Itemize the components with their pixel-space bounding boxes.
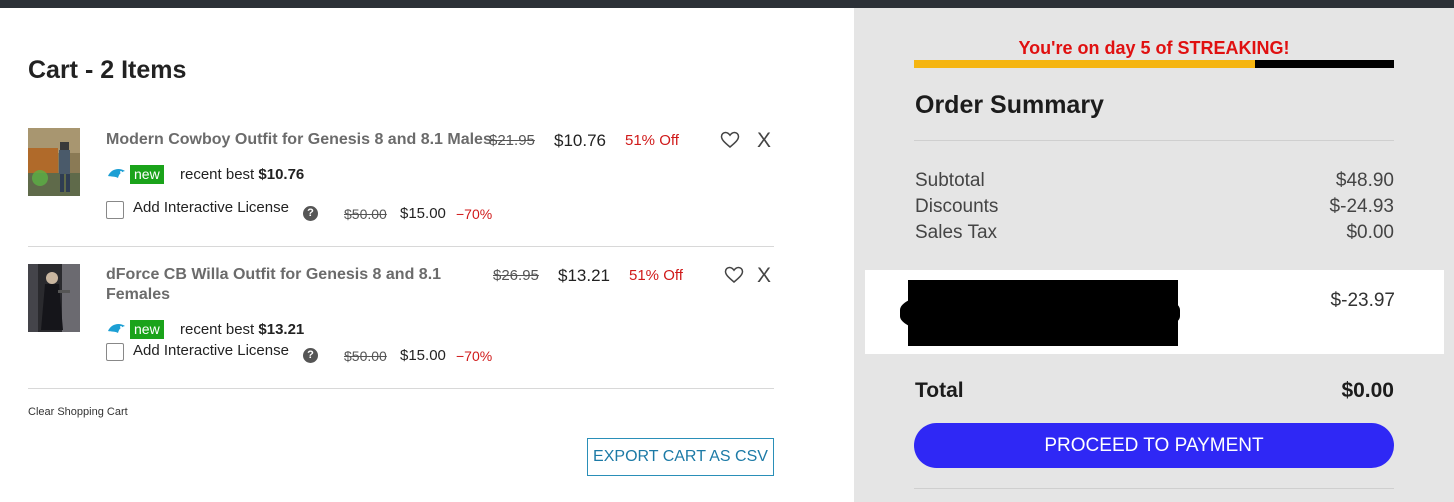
fish-icon	[107, 321, 127, 337]
wishlist-heart-icon[interactable]	[720, 131, 740, 151]
interactive-license-label[interactable]: Add Interactive License	[133, 199, 289, 216]
sales-tax-value: $0.00	[1346, 222, 1394, 243]
license-original-price: $50.00	[344, 348, 387, 364]
sales-tax-label: Sales Tax	[915, 222, 998, 243]
export-csv-button[interactable]: EXPORT CART AS CSV	[587, 438, 774, 476]
interactive-license-label[interactable]: Add Interactive License	[133, 342, 289, 359]
wishlist-heart-icon[interactable]	[724, 266, 744, 286]
original-price: $26.95	[493, 267, 539, 284]
recent-best: recent best $13.21	[180, 321, 304, 338]
product-name-line: Females	[106, 286, 171, 303]
redaction-mark	[908, 280, 1178, 346]
order-summary-title: Order Summary	[915, 91, 1104, 119]
product-thumbnail[interactable]	[28, 128, 80, 196]
top-bar	[0, 0, 1454, 8]
proceed-to-payment-button[interactable]: PROCEED TO PAYMENT	[914, 423, 1394, 468]
streak-progress-bar	[914, 60, 1394, 68]
discounts-label: Discounts	[915, 196, 999, 217]
subtotal-value: $48.90	[1335, 170, 1394, 191]
recent-best-price: $10.76	[258, 166, 305, 183]
help-icon[interactable]: ?	[303, 348, 318, 363]
clear-cart-link[interactable]: Clear Shopping Cart	[28, 406, 128, 418]
remove-item-button[interactable]: X	[757, 129, 771, 153]
sale-price: $10.76	[554, 131, 606, 150]
original-price: $21.95	[489, 132, 535, 149]
fish-icon	[107, 166, 127, 182]
summary-divider	[914, 140, 1394, 141]
total-label: Total	[915, 379, 964, 402]
total-value: $0.00	[1341, 379, 1394, 402]
item-divider	[28, 388, 774, 389]
help-icon[interactable]: ?	[303, 206, 318, 221]
interactive-license-checkbox[interactable]	[106, 343, 124, 361]
sale-price: $13.21	[558, 266, 610, 285]
recent-best-label: recent best	[180, 166, 255, 183]
subtotal-label: Subtotal	[915, 170, 985, 191]
product-name-line: dForce CB Willa Outfit for Genesis 8 and…	[106, 266, 442, 283]
discount-label: 51% Off	[625, 132, 679, 149]
product-name[interactable]: dForce CB Willa Outfit for Genesis 8 and…	[106, 265, 441, 305]
new-badge: new	[130, 165, 164, 184]
order-summary-panel: You're on day 5 of STREAKING! Order Summ…	[854, 8, 1454, 502]
cart-title: Cart - 2 Items	[28, 56, 187, 84]
recent-best-price: $13.21	[258, 321, 305, 338]
license-original-price: $50.00	[344, 206, 387, 222]
license-discount: −70%	[456, 206, 493, 222]
summary-divider	[914, 488, 1394, 489]
streak-message: You're on day 5 of STREAKING!	[1018, 38, 1290, 58]
recent-best: recent best $10.76	[180, 166, 304, 183]
discounts-value: $-24.93	[1329, 196, 1394, 217]
item-divider	[28, 246, 774, 247]
license-price: $15.00	[400, 347, 446, 364]
streak-progress-fill	[914, 60, 1255, 68]
product-thumbnail[interactable]	[28, 264, 80, 332]
license-discount: −70%	[456, 348, 493, 364]
new-badge: new	[130, 320, 164, 339]
discount-label: 51% Off	[629, 267, 683, 284]
remove-item-button[interactable]: X	[757, 264, 771, 288]
product-name[interactable]: Modern Cowboy Outfit for Genesis 8 and 8…	[106, 130, 492, 150]
recent-best-label: recent best	[180, 321, 255, 338]
license-price: $15.00	[400, 205, 446, 222]
redacted-row-value: $-23.97	[1330, 290, 1395, 311]
interactive-license-checkbox[interactable]	[106, 201, 124, 219]
